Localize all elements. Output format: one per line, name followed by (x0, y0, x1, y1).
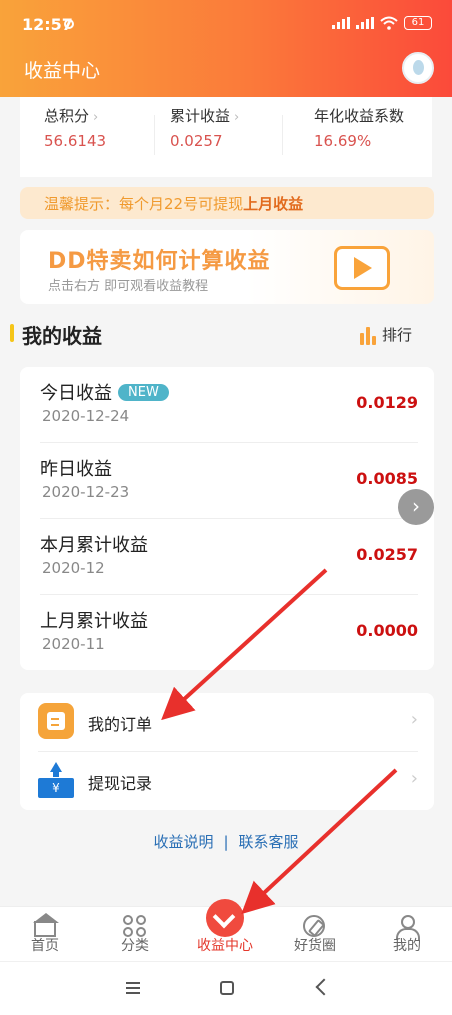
earnings-list: 今日收益 NEW 2020-12-24 0.0129 昨日收益 2020-12-2… (20, 367, 434, 670)
signal-icon (332, 17, 350, 29)
links-panel: 我的订单 › ¥ 提现记录 › (20, 693, 434, 810)
tab-label: 收益中心 (197, 938, 253, 954)
stat-total-points[interactable]: 总积分 › 56.6143 (44, 105, 106, 150)
tutorial-banner[interactable]: DD特卖如何计算收益 点击右方 即可观看收益教程 (20, 230, 434, 304)
tab-label: 好货圈 (294, 938, 336, 954)
footer-links: 收益说明 | 联系客服 (0, 831, 452, 852)
chevron-right-icon: › (93, 110, 99, 125)
tab-good-circle[interactable]: 好货圈 (270, 907, 360, 962)
status-bar: 12:57 61 (0, 0, 452, 40)
earnings-name: 上月累计收益 (40, 611, 148, 632)
earnings-explanation-link[interactable]: 收益说明 (153, 833, 213, 851)
earnings-name: 昨日收益 (40, 459, 112, 480)
earnings-name: 本月累计收益 (40, 535, 148, 556)
contact-support-link[interactable]: 联系客服 (239, 833, 299, 851)
status-indicators: 61 (332, 16, 432, 30)
tab-category[interactable]: 分类 (90, 907, 180, 962)
ranking-button[interactable]: 排行 (360, 324, 412, 345)
earnings-value: 0.0129 (356, 393, 418, 412)
tab-home[interactable]: 首页 (0, 907, 90, 962)
withdraw-icon-symbol: ¥ (38, 778, 74, 798)
earnings-value: 0.0257 (356, 545, 418, 564)
tab-label: 首页 (31, 938, 59, 954)
earnings-date: 2020-12 (42, 559, 105, 577)
earnings-value: 0.0000 (356, 621, 418, 640)
play-video-icon[interactable] (334, 246, 390, 290)
stat-value: 56.6143 (44, 132, 107, 150)
section-title: 我的收益 (22, 324, 102, 348)
tab-label: 分类 (121, 938, 149, 954)
order-icon (38, 703, 74, 739)
stat-value: 16.69% (314, 132, 372, 150)
new-badge: NEW (118, 384, 169, 401)
earnings-row-last-month[interactable]: 上月累计收益 2020-11 0.0000 (40, 595, 418, 671)
earnings-center-icon (206, 899, 244, 937)
footer-separator: | (223, 833, 229, 851)
tip-notice: 温馨提示：每个月22号可提现上月收益 (20, 187, 434, 219)
banner-subtitle: 点击右方 即可观看收益教程 (48, 279, 209, 294)
stat-annual-rate: 年化收益系数 16.69% (314, 105, 404, 150)
divider (154, 115, 155, 155)
floating-next-button[interactable]: › (398, 489, 434, 525)
stat-value: 0.0257 (170, 132, 223, 150)
tab-me[interactable]: 我的 (362, 907, 452, 962)
stat-cumulative-earnings[interactable]: 累计收益 › 0.0257 (170, 105, 239, 150)
bottom-tab-bar: 首页 分类 收益中心 好货圈 我的 (0, 899, 452, 962)
wifi-icon (380, 16, 398, 30)
ranking-label: 排行 (382, 326, 413, 344)
banner-title: DD特卖如何计算收益 (48, 249, 271, 274)
earnings-value: 0.0085 (356, 469, 418, 488)
divider (282, 115, 283, 155)
signal-icon-2 (356, 17, 374, 29)
page-title: 收益中心 (24, 60, 101, 82)
chevron-right-icon: › (412, 494, 420, 518)
tip-text: 温馨提示：每个月22号可提现 (44, 195, 244, 213)
tip-highlight: 上月收益 (243, 195, 304, 213)
avatar[interactable] (402, 52, 434, 84)
link-label: 我的订单 (88, 715, 153, 734)
tab-label: 我的 (393, 938, 421, 954)
stat-label: 累计收益 (170, 107, 231, 125)
earnings-date: 2020-11 (42, 635, 105, 653)
stat-label: 总积分 (44, 107, 90, 125)
compass-icon (303, 915, 325, 937)
chevron-right-icon: › (410, 709, 418, 730)
earnings-row-today[interactable]: 今日收益 NEW 2020-12-24 0.0129 (40, 367, 418, 443)
stat-label: 年化收益系数 (314, 107, 405, 125)
tab-earnings-center[interactable]: 收益中心 (180, 899, 270, 962)
back-icon[interactable] (315, 978, 333, 996)
ranking-icon (360, 327, 376, 345)
earnings-name: 今日收益 (40, 383, 112, 404)
withdraw-records-row[interactable]: ¥ 提现记录 › (38, 752, 418, 810)
link-label: 提现记录 (88, 774, 153, 793)
withdraw-icon: ¥ (38, 762, 74, 798)
stats-panel: 总积分 › 56.6143 累计收益 › 0.0257 年化收益系数 16.69% (20, 97, 432, 177)
system-nav-bar (0, 961, 452, 1015)
notification-icon (64, 19, 74, 29)
earnings-row-yesterday[interactable]: 昨日收益 2020-12-23 0.0085 (40, 443, 418, 519)
battery-icon: 61 (404, 16, 432, 30)
menu-icon[interactable] (126, 982, 140, 996)
chevron-right-icon: › (410, 768, 418, 789)
earnings-date: 2020-12-24 (42, 407, 130, 425)
chevron-right-icon: › (234, 110, 240, 125)
earnings-date: 2020-12-23 (42, 483, 130, 501)
earnings-row-this-month[interactable]: 本月累计收益 2020-12 0.0257 (40, 519, 418, 595)
home-square-icon[interactable] (220, 981, 234, 995)
header-bar: 12:57 61 收益中心 (0, 0, 452, 97)
my-orders-row[interactable]: 我的订单 › (38, 693, 418, 751)
